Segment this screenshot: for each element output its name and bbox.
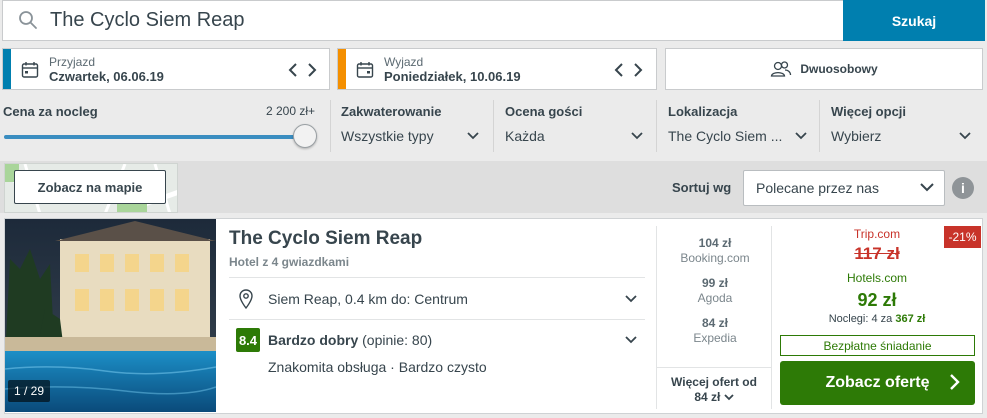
calendar-icon	[356, 62, 374, 78]
chevron-down-icon[interactable]	[795, 132, 807, 140]
view-map-button[interactable]: Zobacz na mapie	[14, 170, 166, 204]
view-deal-button[interactable]: Zobacz ofertę	[780, 361, 975, 405]
rating-summary[interactable]: Bardzo dobry (opinie: 80)	[268, 332, 432, 348]
sort-label: Sortuj wg	[672, 180, 732, 195]
hotel-name[interactable]: The Cyclo Siem Reap	[229, 228, 422, 250]
divider	[656, 100, 657, 152]
deal-site[interactable]: Expedia	[657, 331, 773, 345]
deal-price[interactable]: 99 zł	[657, 276, 773, 290]
divider	[819, 100, 820, 152]
search-button[interactable]: Szukaj	[843, 0, 985, 41]
photo-counter: 1 / 29	[8, 380, 51, 402]
room-selector[interactable]: Dwuosobowy	[665, 48, 983, 90]
chevron-down-icon[interactable]	[631, 132, 643, 140]
free-breakfast-badge: Bezpłatne śniadanie	[780, 335, 975, 356]
room-label: Dwuosobowy	[800, 62, 878, 76]
deal-price[interactable]: 104 zł	[657, 236, 773, 250]
more-filter-title: Więcej opcji	[831, 104, 907, 119]
calendar-icon	[21, 62, 39, 78]
divider	[330, 100, 331, 152]
rating-label: Bardzo dobry	[268, 332, 359, 348]
rating-score-badge: 8.4	[236, 328, 260, 352]
location-filter-title: Lokalizacja	[668, 104, 738, 119]
total-stay-price: Noclegi: 4 za 367 zł	[780, 313, 974, 325]
best-deal-price[interactable]: 92 zł	[780, 290, 974, 311]
chevron-down-icon	[920, 183, 934, 192]
price-max-label: 2 200 zł+	[266, 104, 316, 118]
hotel-type: Hotel z 4 gwiazdkami	[229, 255, 350, 269]
hotel-location: Siem Reap, 0.4 km do: Centrum	[268, 291, 468, 307]
checkout-accent-bar	[338, 49, 346, 89]
more-deals-link[interactable]: Więcej ofert od 84 zł	[656, 367, 772, 405]
chevron-down-icon[interactable]	[467, 132, 479, 140]
checkout-date-box[interactable]: Wyjazd Poniedziałek, 10.06.19	[337, 48, 657, 90]
divider	[229, 277, 645, 278]
chevron-down-icon[interactable]	[625, 336, 637, 344]
deal-price[interactable]: 84 zł	[657, 316, 773, 330]
nights-prefix: Noclegi: 4 za	[828, 313, 893, 325]
checkin-label: Przyjazd	[49, 55, 96, 69]
divider	[493, 100, 494, 152]
checkout-value: Poniedziałek, 10.06.19	[384, 69, 521, 84]
sort-value: Polecane przez nas	[756, 180, 879, 196]
guests-icon	[771, 61, 792, 77]
deal-site[interactable]: Booking.com	[657, 251, 773, 265]
divider	[229, 319, 645, 320]
chevron-right-icon[interactable]	[633, 63, 643, 77]
checkin-date-box[interactable]: Przyjazd Czwartek, 06.06.19	[2, 48, 330, 90]
view-deal-label: Zobacz ofertę	[825, 374, 930, 391]
search-input[interactable]: The Cyclo Siem Reap	[50, 6, 245, 34]
more-deals-price-row: 84 zł	[656, 390, 772, 405]
chevron-left-icon[interactable]	[614, 63, 624, 77]
rating-count: (opinie: 80)	[362, 332, 433, 348]
price-slider-handle[interactable]	[293, 124, 317, 148]
checkin-accent-bar	[3, 49, 11, 89]
original-price: 117 zł	[854, 244, 900, 263]
info-icon[interactable]: i	[952, 177, 974, 199]
more-deals-label: Więcej ofert od	[671, 375, 757, 389]
more-deals-price: 84 zł	[694, 390, 721, 404]
location-pin-icon	[239, 289, 253, 309]
chevron-left-icon[interactable]	[288, 63, 298, 77]
sort-dropdown[interactable]: Polecane przez nas	[743, 170, 945, 206]
filter-bar: Cena za nocleg 2 200 zł+ Zakwaterowanie …	[0, 96, 987, 156]
rating-filter-value[interactable]: Każda	[505, 128, 545, 144]
more-filter-value[interactable]: Wybierz	[831, 128, 881, 144]
deal-site[interactable]: Agoda	[657, 291, 773, 305]
original-price-site: Trip.com	[853, 227, 901, 241]
accommodation-filter-title: Zakwaterowanie	[341, 104, 442, 119]
accommodation-filter-value[interactable]: Wszystkie typy	[341, 128, 434, 144]
location-filter-value[interactable]: The Cyclo Siem ...	[668, 128, 782, 144]
price-filter-title: Cena za nocleg	[3, 104, 98, 119]
best-deal-site[interactable]: Hotels.com	[780, 271, 974, 285]
checkout-label: Wyjazd	[384, 55, 424, 69]
nights-total: 367 zł	[895, 313, 926, 325]
chevron-right-icon[interactable]	[307, 63, 317, 77]
chevron-down-icon	[724, 394, 734, 401]
review-highlights: Znakomita obsługa · Bardzo czysto	[268, 359, 487, 375]
chevron-right-icon	[950, 374, 960, 390]
chevron-down-icon[interactable]	[625, 295, 637, 303]
rating-filter-title: Ocena gości	[505, 104, 583, 119]
search-icon	[19, 11, 37, 29]
price-slider-track[interactable]	[4, 135, 304, 139]
checkin-value: Czwartek, 06.06.19	[49, 69, 164, 84]
chevron-down-icon[interactable]	[959, 132, 971, 140]
